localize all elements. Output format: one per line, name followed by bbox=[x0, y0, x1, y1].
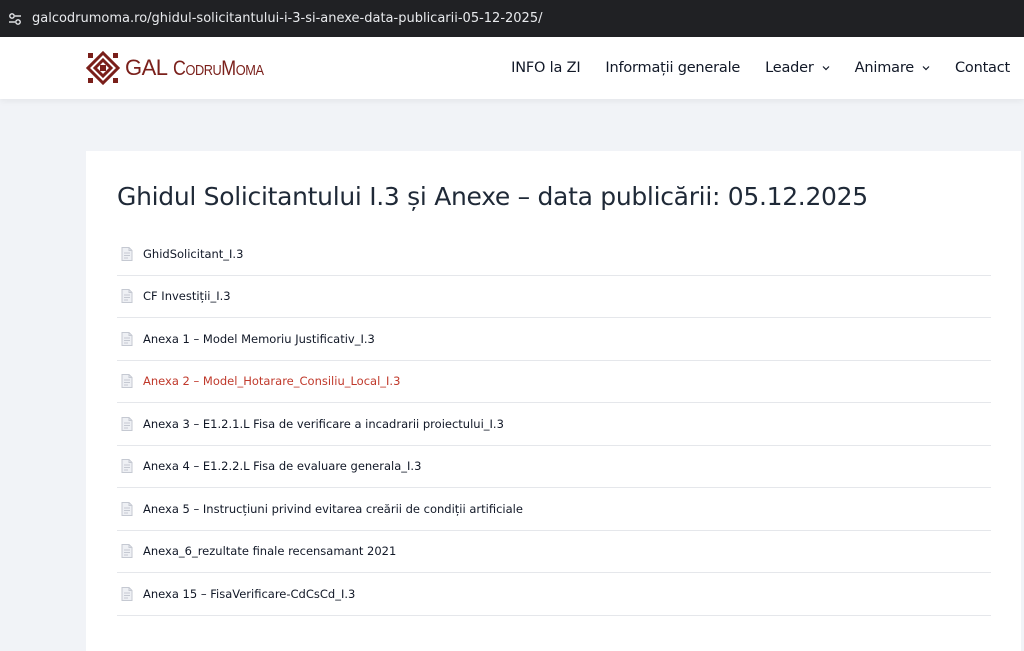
document-icon bbox=[121, 459, 133, 474]
file-link-label: Anexa 5 – Instrucțiuni privind evitarea … bbox=[143, 501, 523, 516]
file-link-label: Anexa 4 – E1.2.2.L Fisa de evaluare gene… bbox=[143, 459, 422, 474]
file-link-label: Anexa 3 – E1.2.1.L Fisa de verificare a … bbox=[143, 416, 504, 431]
document-icon bbox=[121, 331, 133, 346]
file-link[interactable]: Anexa 1 – Model Memoriu Justificativ_I.3 bbox=[117, 318, 991, 361]
nav-item-info-la-zi[interactable]: INFO la ZI bbox=[511, 60, 580, 76]
file-link-label: CF Investiții_I.3 bbox=[143, 289, 231, 304]
main-nav: INFO la ZI Informații generale Leader An… bbox=[486, 37, 1010, 99]
site-header: GAL CodruMoma INFO la ZI Informații gene… bbox=[0, 37, 1024, 99]
file-link[interactable]: Anexa 5 – Instrucțiuni privind evitarea … bbox=[117, 488, 991, 531]
url-text[interactable]: galcodrumoma.ro/ghidul-solicitantului-i-… bbox=[32, 11, 542, 26]
file-link[interactable]: Anexa 4 – E1.2.2.L Fisa de evaluare gene… bbox=[117, 446, 991, 488]
file-link[interactable]: Anexa 3 – E1.2.1.L Fisa de verificare a … bbox=[117, 403, 991, 446]
nav-item-label: Informații generale bbox=[605, 60, 741, 76]
document-icon bbox=[121, 416, 133, 431]
site-logo[interactable]: GAL CodruMoma bbox=[86, 50, 279, 86]
nav-item-contact[interactable]: Contact bbox=[955, 60, 1010, 76]
browser-address-bar[interactable]: galcodrumoma.ro/ghidul-solicitantului-i-… bbox=[0, 0, 1024, 37]
nav-item-label: Leader bbox=[765, 60, 814, 76]
document-icon bbox=[121, 586, 133, 601]
logo-name: CodruMoma bbox=[172, 57, 264, 80]
ornament-logo-icon bbox=[86, 51, 120, 85]
file-link[interactable]: Anexa 2 – Model_Hotarare_Consiliu_Local_… bbox=[117, 361, 991, 403]
file-link-label: Anexa 15 – FisaVerificare-CdCsCd_I.3 bbox=[143, 586, 356, 601]
chevron-down-icon bbox=[922, 66, 930, 71]
document-icon bbox=[121, 374, 133, 389]
nav-item-animare[interactable]: Animare bbox=[855, 60, 930, 76]
document-icon bbox=[121, 544, 133, 559]
chevron-down-icon bbox=[822, 66, 830, 71]
document-icon bbox=[121, 289, 133, 304]
file-link[interactable]: CF Investiții_I.3 bbox=[117, 276, 991, 318]
tune-icon[interactable] bbox=[5, 9, 25, 29]
file-link-label: GhidSolicitant_I.3 bbox=[143, 246, 244, 261]
file-link[interactable]: Anexa_6_rezultate finale recensamant 202… bbox=[117, 531, 991, 573]
logo-gal: GAL bbox=[125, 55, 168, 80]
nav-item-label: Animare bbox=[854, 60, 915, 76]
file-link-label: Anexa 1 – Model Memoriu Justificativ_I.3 bbox=[143, 331, 375, 346]
file-link[interactable]: Anexa 15 – FisaVerificare-CdCsCd_I.3 bbox=[117, 573, 991, 616]
file-list: GhidSolicitant_I.3 CF Investiții_I.3 Anexa… bbox=[117, 233, 991, 616]
page-title: Ghidul Solicitantului I.3 și Anexe – dat… bbox=[117, 182, 868, 211]
content-card: Ghidul Solicitantului I.3 și Anexe – dat… bbox=[86, 151, 1021, 651]
document-icon bbox=[121, 501, 133, 516]
nav-item-leader[interactable]: Leader bbox=[765, 60, 830, 76]
document-icon bbox=[121, 246, 133, 261]
logo-text: GAL CodruMoma bbox=[125, 55, 279, 81]
nav-item-label: Contact bbox=[954, 60, 1010, 76]
nav-item-informatii-generale[interactable]: Informații generale bbox=[605, 60, 740, 76]
file-link-label: Anexa 2 – Model_Hotarare_Consiliu_Local_… bbox=[143, 374, 401, 389]
file-link[interactable]: GhidSolicitant_I.3 bbox=[117, 233, 991, 276]
nav-item-label: INFO la ZI bbox=[511, 60, 581, 76]
file-link-label: Anexa_6_rezultate finale recensamant 202… bbox=[143, 544, 397, 559]
